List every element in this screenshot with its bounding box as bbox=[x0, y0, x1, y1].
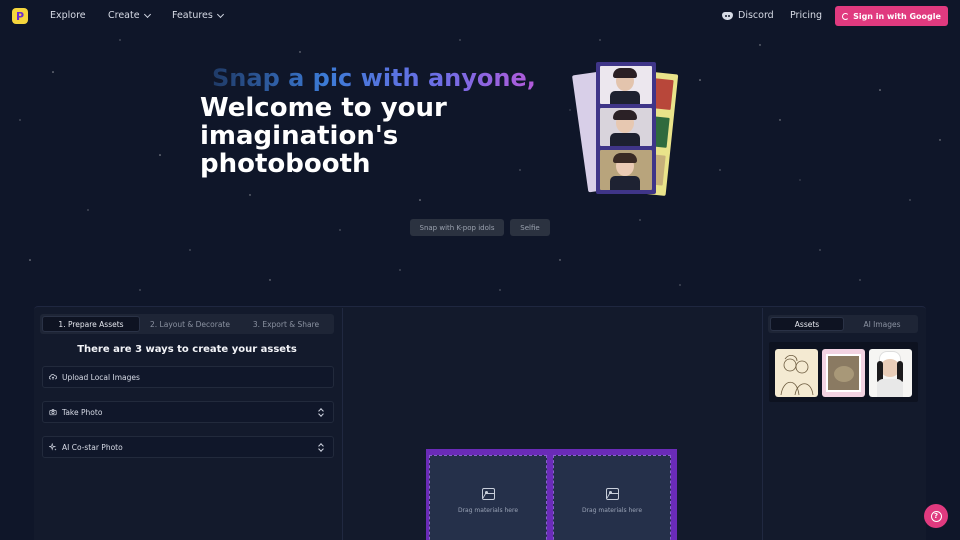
drop-slot-label: Drag materials here bbox=[457, 507, 519, 514]
sign-in-google-button[interactable]: Sign in with Google bbox=[835, 6, 948, 26]
help-button[interactable]: ? bbox=[924, 504, 948, 528]
chevrons-up-down-icon bbox=[318, 443, 324, 452]
panel-divider-left bbox=[342, 308, 343, 540]
ways-title: There are 3 ways to create your assets bbox=[77, 344, 297, 355]
tab-assets[interactable]: Assets bbox=[770, 317, 844, 331]
ai-costar-photo-dropdown[interactable]: AI Co-star Photo bbox=[42, 436, 334, 458]
selfie-button[interactable]: Selfie bbox=[510, 219, 550, 236]
asset-tabs: Assets AI Images bbox=[768, 315, 918, 333]
tab-ai-images[interactable]: AI Images bbox=[846, 315, 918, 333]
upload-local-images-button[interactable]: Upload Local Images bbox=[42, 366, 334, 388]
tab-layout-decorate[interactable]: 2. Layout & Decorate bbox=[142, 314, 238, 334]
chevrons-up-down-icon bbox=[318, 408, 324, 417]
step-tabs: 1. Prepare Assets 2. Layout & Decorate 3… bbox=[40, 314, 334, 334]
image-icon bbox=[605, 488, 619, 500]
camera-icon bbox=[49, 409, 57, 416]
image-icon bbox=[481, 488, 495, 500]
photo-strip-front bbox=[596, 62, 656, 194]
hero-subtitle: Snap a pic with anyone, bbox=[212, 64, 536, 92]
panel-divider-right bbox=[762, 308, 763, 540]
tab-prepare-assets[interactable]: 1. Prepare Assets bbox=[42, 316, 140, 332]
google-icon bbox=[842, 12, 850, 20]
chevron-down-icon bbox=[216, 10, 224, 19]
sparkle-icon bbox=[49, 443, 57, 451]
nav-pricing[interactable]: Pricing bbox=[790, 10, 822, 21]
asset-chef-girl[interactable] bbox=[869, 349, 912, 397]
photobooth-canvas[interactable]: Drag materials here Drag materials here bbox=[426, 449, 677, 540]
drop-slot-label: Drag materials here bbox=[581, 507, 643, 514]
kpop-idols-button[interactable]: Snap with K-pop idols bbox=[410, 219, 504, 236]
drop-slot-1[interactable]: Drag materials here bbox=[429, 455, 547, 540]
nav-features[interactable]: Features bbox=[172, 10, 224, 21]
nav-explore[interactable]: Explore bbox=[50, 10, 86, 21]
logo-icon[interactable]: P bbox=[12, 8, 28, 24]
nav-create[interactable]: Create bbox=[108, 10, 151, 21]
top-nav: P Explore Create Features Discord Pricin… bbox=[0, 0, 960, 32]
nav-discord[interactable]: Discord bbox=[722, 10, 774, 21]
cloud-upload-icon bbox=[49, 374, 57, 380]
drop-slot-2[interactable]: Drag materials here bbox=[553, 455, 671, 540]
take-photo-dropdown[interactable]: Take Photo bbox=[42, 401, 334, 423]
discord-icon bbox=[722, 11, 733, 20]
tab-export-share[interactable]: 3. Export & Share bbox=[238, 314, 334, 334]
asset-sketch-couple[interactable] bbox=[775, 349, 818, 397]
hero-title: Welcome to your imagination's photobooth bbox=[200, 93, 447, 179]
chevron-down-icon bbox=[143, 10, 151, 19]
asset-cat-frame[interactable] bbox=[822, 349, 865, 397]
help-circle-icon: ? bbox=[930, 510, 942, 522]
